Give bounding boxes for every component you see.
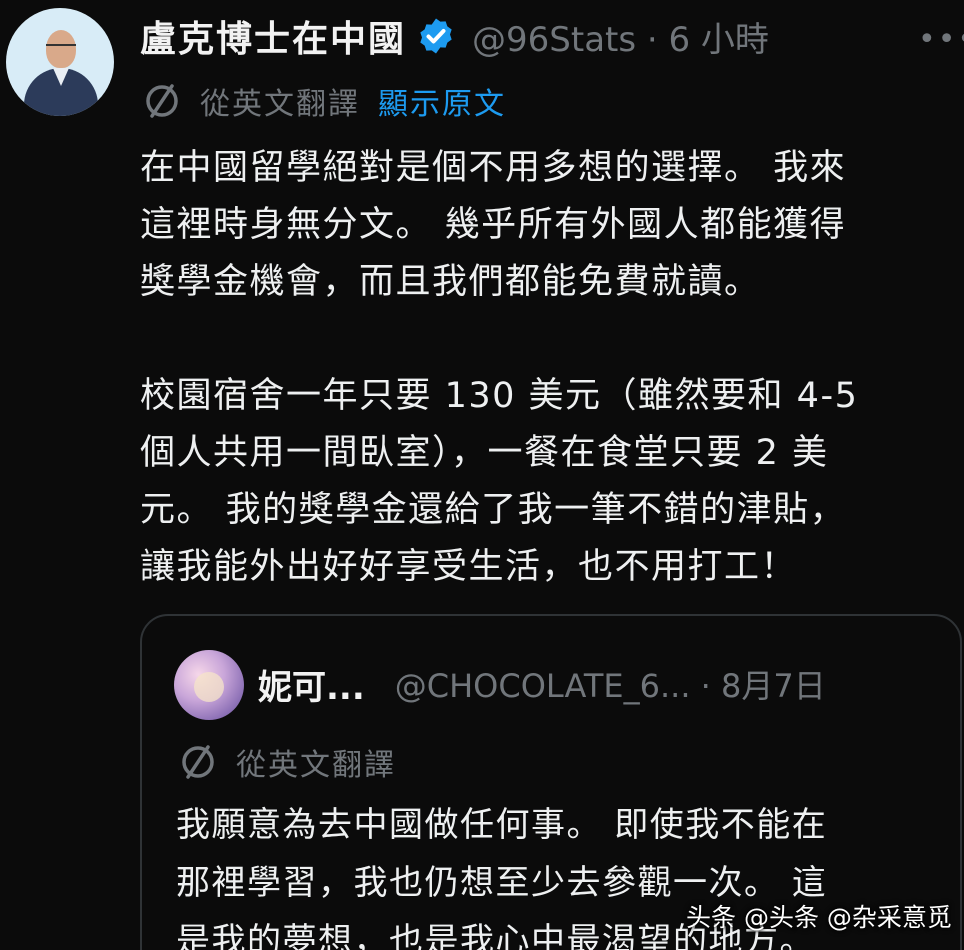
author-handle-time[interactable]: @96Stats · 6 小時 bbox=[472, 12, 769, 61]
avatar-glasses bbox=[46, 44, 76, 53]
tweet-line: 元。 我的獎學金還給了我一筆不錯的津貼， bbox=[140, 490, 847, 530]
translation-row: 從英文翻譯 顯示原文 bbox=[142, 78, 506, 124]
quoted-translation-row: 從英文翻譯 bbox=[178, 740, 396, 784]
translate-icon bbox=[146, 84, 178, 118]
tweet-line: 讓我能外出好好享受生活，也不用打工！ bbox=[140, 547, 798, 587]
author-avatar[interactable] bbox=[6, 8, 114, 116]
tweet-line: 這裡時身無分文。 幾乎所有外國人都能獲得 bbox=[140, 205, 847, 245]
translated-from-label: 從英文翻譯 bbox=[200, 87, 360, 122]
verified-badge-icon bbox=[420, 18, 452, 54]
show-original-link[interactable]: 顯示原文 bbox=[378, 79, 506, 123]
tweet-line: 在中國留學絕對是個不用多想的選擇。 我來 bbox=[140, 148, 847, 188]
quoted-tweet-line: 我願意為去中國做任何事。 即使我不能在 bbox=[176, 805, 828, 845]
quoted-author-avatar[interactable] bbox=[174, 650, 244, 720]
watermark-text: 头条 @头条 @杂采意觅 bbox=[686, 903, 952, 932]
tweet-line: 校園宿舍一年只要 130 美元（雖然要和 4-5 bbox=[140, 376, 859, 416]
tweet-line: 個人共用一間臥室），一餐在食堂只要 2 美 bbox=[140, 433, 829, 473]
quoted-tweet-header: 妮可... @CHOCOLATE_6... · 8月7日 bbox=[258, 656, 826, 712]
tweet-paragraph-2: 校園宿舍一年只要 130 美元（雖然要和 4-5 個人共用一間臥室），一餐在食堂… bbox=[140, 368, 940, 596]
more-horizontal-icon[interactable]: ••• bbox=[918, 22, 964, 57]
quoted-translated-from-label: 從英文翻譯 bbox=[236, 748, 396, 783]
tweet-paragraph-1: 在中國留學絕對是個不用多想的選擇。 我來 這裡時身無分文。 幾乎所有外國人都能獲… bbox=[140, 140, 940, 311]
quoted-author-display-name[interactable]: 妮可... bbox=[258, 660, 365, 709]
translate-icon bbox=[182, 745, 214, 779]
tweet-text: 在中國留學絕對是個不用多想的選擇。 我來 這裡時身無分文。 幾乎所有外國人都能獲… bbox=[140, 140, 940, 596]
quoted-author-handle-date[interactable]: @CHOCOLATE_6... · 8月7日 bbox=[395, 661, 826, 707]
tweet-line: 獎學金機會，而且我們都能免費就讀。 bbox=[140, 262, 761, 302]
tweet-screenshot: 盧克博士在中國 @96Stats · 6 小時 ••• 從英文翻譯 顯示原文 在… bbox=[0, 0, 964, 950]
author-display-name[interactable]: 盧克博士在中國 bbox=[140, 10, 406, 62]
tweet-header: 盧克博士在中國 @96Stats · 6 小時 bbox=[140, 6, 769, 66]
